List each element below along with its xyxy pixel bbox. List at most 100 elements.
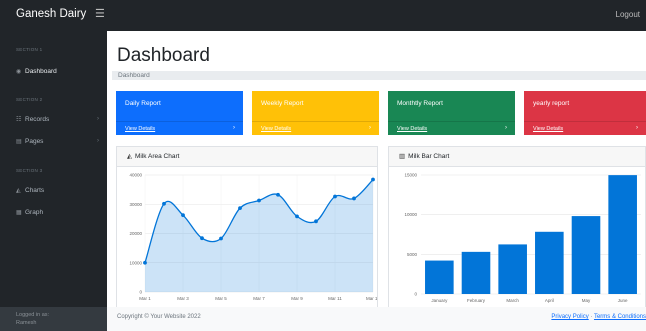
milk-area-chart: 0 10000 20000 30000 40000 Mar 1 Mar 3 Mar 5 Mar … (129, 173, 377, 302)
y-tick-label: 5000 (407, 252, 418, 257)
y-tick-label: 0 (139, 290, 142, 295)
panel-title: Milk Area Chart (135, 153, 180, 160)
bar (498, 244, 527, 294)
y-tick-label: 15000 (404, 173, 417, 178)
x-tick-label: Mar 11 (328, 296, 342, 301)
y-tick-label: 40000 (129, 173, 142, 178)
bar-chart-icon: ▥ (399, 153, 406, 160)
data-point (200, 236, 204, 241)
data-point (333, 194, 337, 199)
breadcrumb: Dashboard (112, 71, 646, 80)
main-content: Dashboard Dashboard Daily Report View De… (107, 31, 646, 331)
milk-area-chart-panel: ◭ Milk Area Chart 0 10000 20000 30000 40000 Ma… (116, 146, 378, 319)
card-title: Weekly Report (261, 100, 304, 107)
panel-header: ▥ Milk Bar Chart (389, 147, 645, 167)
data-point (314, 219, 318, 224)
sidebar-item-label: Graph (25, 208, 44, 216)
card-footer: View Details › (388, 121, 515, 135)
card-title: yearly report (533, 100, 570, 107)
chevron-right-icon[interactable]: › (369, 125, 371, 131)
x-tick-label: Mar 7 (253, 296, 265, 301)
y-tick-label: 10000 (129, 260, 142, 265)
y-tick-label: 20000 (129, 231, 142, 236)
x-tick-label: Mar 3 (177, 296, 189, 301)
bar (608, 175, 637, 294)
bar (461, 251, 491, 294)
sidebar: SECTION 1 ◉ Dashboard SECTION 2 ☷ Record… (0, 31, 107, 331)
sidebar-footer: Logged in as: Ramesh (0, 307, 107, 331)
x-tick-label: June (618, 298, 628, 303)
panel-header: ◭ Milk Area Chart (117, 147, 377, 167)
sidebar-item-charts[interactable]: ◭ Charts (16, 184, 104, 196)
chevron-right-icon[interactable]: › (636, 125, 638, 131)
sidebar-item-pages[interactable]: ▤ Pages › (16, 135, 104, 147)
x-tick-label: March (506, 298, 519, 303)
sidebar-item-label: Records (25, 115, 50, 123)
sidebar-item-label: Charts (25, 186, 45, 194)
terms-conditions-link[interactable]: Terms & Conditions (594, 314, 646, 320)
page-footer: Copyright © Your Website 2022 Privacy Po… (107, 307, 646, 331)
sidebar-item-dashboard[interactable]: ◉ Dashboard (16, 65, 104, 77)
area-chart-icon: ◭ (127, 153, 132, 160)
x-tick-label: Mar 9 (291, 296, 303, 301)
bar (571, 216, 601, 294)
logout-link[interactable]: Logout (616, 10, 640, 19)
logged-in-label: Logged in as: (16, 312, 50, 318)
chevron-right-icon[interactable]: › (505, 125, 507, 131)
privacy-policy-link[interactable]: Privacy Policy (551, 314, 588, 320)
y-tick-label: 30000 (129, 202, 142, 207)
bar (425, 260, 454, 294)
data-point (257, 198, 261, 203)
copyright-text: Copyright © Your Website 2022 (117, 314, 201, 320)
book-icon: ▤ (16, 138, 22, 145)
data-point (276, 192, 280, 197)
chevron-right-icon: › (97, 116, 99, 122)
x-tick-label: Mar 5 (215, 296, 227, 301)
view-details-link[interactable]: View Details (125, 126, 155, 132)
data-point (295, 214, 299, 219)
x-tick-label: Mar 13 (366, 296, 377, 301)
x-tick-label: April (545, 298, 554, 303)
card-footer: View Details › (524, 121, 646, 135)
card-footer: View Details › (252, 121, 379, 135)
data-point (371, 177, 375, 182)
data-point (219, 236, 223, 241)
data-point (162, 201, 166, 206)
sidebar-item-label: Dashboard (25, 67, 57, 75)
footer-links: Privacy Policy · Terms & Conditions (551, 314, 646, 320)
page-title: Dashboard (117, 45, 210, 66)
x-tick-label: January (431, 298, 448, 303)
milk-bar-chart: 0 5000 10000 15000 January February March April… (404, 173, 641, 303)
x-tick-label: Mar 1 (139, 296, 151, 301)
table-icon: ▦ (16, 209, 22, 216)
weekly-report-card: Weekly Report View Details › (252, 91, 379, 135)
y-tick-label: 0 (414, 292, 417, 297)
yearly-report-card: yearly report View Details › (524, 91, 646, 135)
columns-icon: ☷ (16, 116, 22, 123)
panel-title: Milk Bar Chart (408, 153, 450, 160)
milk-bar-chart-panel: ▥ Milk Bar Chart 0 5000 10000 15000 January Fe… (388, 146, 646, 319)
sidebar-item-graph[interactable]: ▦ Graph (16, 206, 104, 218)
brand-title[interactable]: Ganesh Dairy (16, 8, 86, 20)
card-title: Monthtly Report (397, 100, 443, 107)
x-tick-label: February (467, 298, 486, 303)
view-details-link[interactable]: View Details (533, 126, 563, 132)
data-point (352, 196, 356, 201)
sidebar-item-label: Pages (25, 137, 44, 145)
logged-in-user: Ramesh (16, 320, 37, 326)
data-point (143, 260, 147, 265)
bar (535, 231, 564, 294)
monthly-report-card: Monthtly Report View Details › (388, 91, 515, 135)
data-point (238, 206, 242, 211)
y-tick-label: 10000 (404, 212, 417, 217)
sidebar-item-records[interactable]: ☷ Records › (16, 113, 104, 125)
sidebar-section-3-heading: SECTION 3 (16, 168, 43, 173)
dashboard-icon: ◉ (16, 68, 22, 75)
view-details-link[interactable]: View Details (261, 126, 291, 132)
view-details-link[interactable]: View Details (397, 126, 427, 132)
sidebar-section-2-heading: SECTION 2 (16, 97, 43, 102)
chevron-right-icon: › (97, 138, 99, 144)
area-chart-icon: ◭ (16, 187, 21, 194)
chevron-right-icon[interactable]: › (233, 125, 235, 131)
sidebar-toggle-icon[interactable]: ☰ (95, 7, 105, 20)
